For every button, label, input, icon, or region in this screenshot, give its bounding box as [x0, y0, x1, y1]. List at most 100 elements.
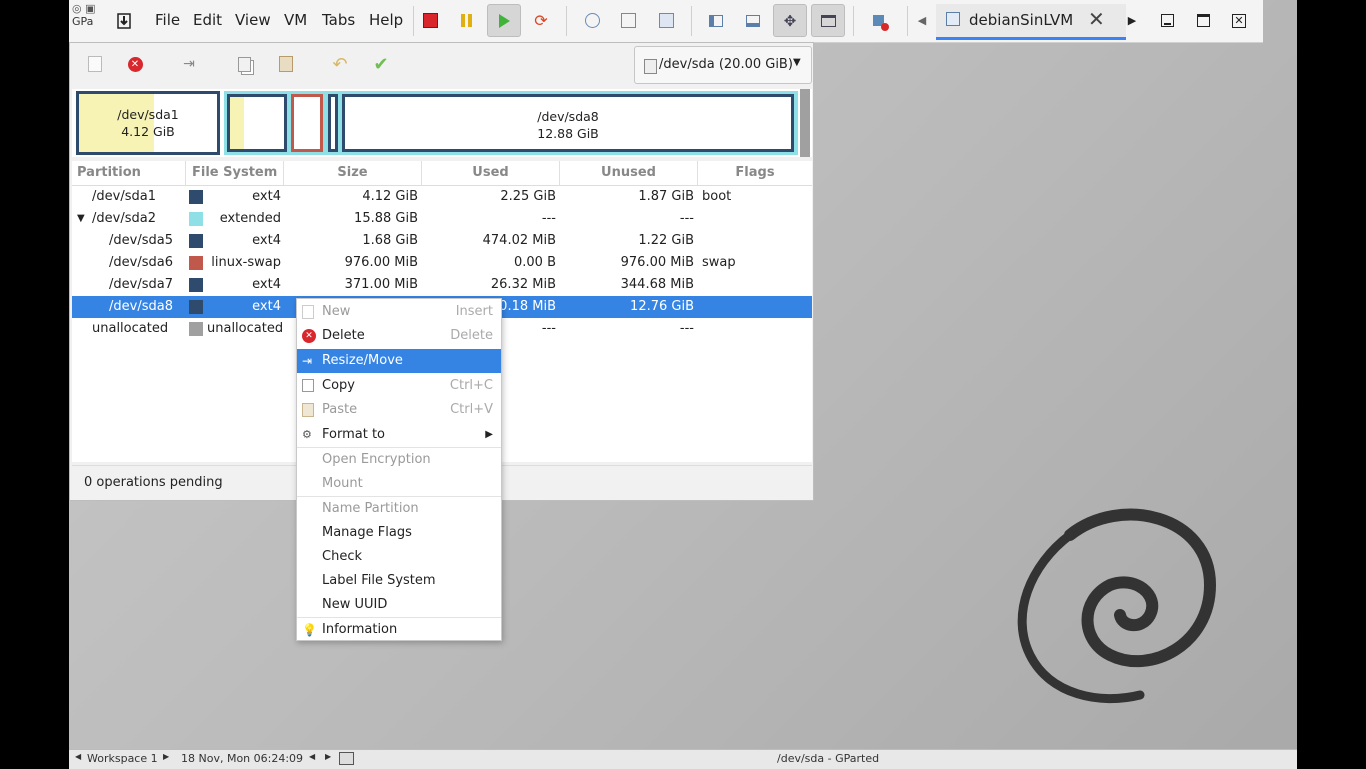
menu-item-new-uuid[interactable]: New UUID [297, 593, 501, 617]
disconnect-device-icon[interactable] [867, 4, 889, 37]
menu-file[interactable]: File [155, 4, 180, 37]
new-partition-icon[interactable] [82, 51, 108, 77]
app-short-name: GPa [72, 15, 94, 28]
cell-unused: 344.68 MiB [620, 277, 694, 292]
resize-move-icon: ⇥ [302, 354, 313, 368]
pin-icon[interactable] [113, 4, 135, 37]
tab-debiansinlvm[interactable]: debianSinLVM ✕ [936, 4, 1126, 40]
menu-item-resize-move[interactable]: ⇥ Resize/Move [297, 349, 501, 373]
reset-icon[interactable]: ⟳ [530, 4, 552, 37]
menu-item-label: Label File System [322, 573, 436, 588]
cell-unused: 976.00 MiB [620, 255, 694, 270]
menu-vm[interactable]: VM [284, 4, 307, 37]
partition-block-sda6[interactable] [291, 94, 323, 152]
menu-item-accel: Ctrl+V [450, 402, 493, 417]
close-window-icon[interactable]: ✕ [1227, 4, 1251, 37]
cell-partition: /dev/sda2 [92, 211, 156, 226]
partition-block-sda8[interactable]: /dev/sda8 12.88 GiB [342, 94, 794, 152]
tab-scroll-left-icon[interactable]: ◀ [913, 4, 931, 37]
menu-item-paste[interactable]: Paste Ctrl+V [297, 398, 501, 422]
show-library-icon[interactable] [705, 4, 727, 37]
app-icon-area: ◎ ▣ GPa [72, 2, 100, 38]
device-selector[interactable]: /dev/sda (20.00 GiB) ▼ [634, 46, 812, 84]
power-on-icon[interactable] [487, 4, 521, 37]
cell-fs: ext4 [252, 299, 281, 314]
fs-color-swatch [189, 278, 203, 292]
delete-partition-icon[interactable]: ✕ [122, 51, 148, 77]
unity-icon[interactable] [811, 4, 845, 37]
menu-item-open-encryption[interactable]: Open Encryption [297, 448, 501, 472]
copy-icon[interactable] [231, 51, 257, 77]
menu-item-format-to[interactable]: ⚙ Format to ▶ [297, 423, 501, 447]
window-list-icon[interactable] [339, 752, 354, 765]
menu-item-information[interactable]: 💡 Information [297, 618, 501, 642]
show-thumbnail-icon[interactable] [742, 4, 764, 37]
suspend-icon[interactable] [455, 4, 477, 37]
col-partition[interactable]: Partition [72, 161, 186, 185]
workspace-label[interactable]: Workspace 1 [87, 752, 158, 765]
partition-block-sda1-size: 4.12 GiB [121, 124, 175, 139]
fs-color-swatch [189, 322, 203, 336]
bottom-panel: ◀ Workspace 1 ▶ 18 Nov, Mon 06:24:09 ◀ ▶… [69, 749, 1297, 769]
menu-help[interactable]: Help [369, 4, 403, 37]
table-row[interactable]: /dev/sda7 ext4 371.00 MiB 26.32 MiB 344.… [72, 274, 812, 296]
partition-block-sda7[interactable] [328, 94, 338, 152]
table-row[interactable]: /dev/sda5 ext4 1.68 GiB 474.02 MiB 1.22 … [72, 230, 812, 252]
partition-block-unallocated[interactable] [800, 89, 810, 157]
fs-color-swatch [189, 256, 203, 270]
table-row[interactable]: /dev/sda6 linux-swap 976.00 MiB 0.00 B 9… [72, 252, 812, 274]
menu-item-label-file-system[interactable]: Label File System [297, 569, 501, 593]
menu-view[interactable]: View [235, 4, 271, 37]
active-window-title[interactable]: /dev/sda - GParted [777, 752, 879, 765]
cell-size: 4.12 GiB [362, 189, 418, 204]
window-prev-icon[interactable]: ◀ [309, 752, 315, 761]
tab-scroll-right-icon[interactable]: ▶ [1123, 4, 1141, 37]
menu-tabs[interactable]: Tabs [322, 4, 355, 37]
menu-item-new[interactable]: New Insert [297, 300, 501, 324]
snapshot-icon[interactable] [581, 4, 603, 37]
partition-block-sda2-extended[interactable]: /dev/sda8 12.88 GiB [224, 91, 798, 155]
window-next-icon[interactable]: ▶ [325, 752, 331, 761]
menu-item-manage-flags[interactable]: Manage Flags [297, 521, 501, 545]
revert-snapshot-icon[interactable] [617, 4, 639, 37]
cell-used: 2.25 GiB [500, 189, 556, 204]
menu-item-copy[interactable]: Copy Ctrl+C [297, 374, 501, 398]
paste-icon[interactable] [273, 51, 299, 77]
restore-icon[interactable] [1191, 4, 1215, 37]
col-unused[interactable]: Unused [560, 161, 698, 185]
menu-edit[interactable]: Edit [193, 4, 222, 37]
workspace-next-icon[interactable]: ▶ [163, 752, 169, 761]
partition-block-sda5[interactable] [227, 94, 287, 152]
format-icon: ⚙ [302, 428, 312, 441]
full-screen-icon[interactable]: ✥ [773, 4, 807, 37]
cell-partition: /dev/sda6 [109, 255, 173, 270]
apply-icon[interactable]: ✔ [368, 51, 394, 77]
gparted-toolbar: ✕ ⇥ ↶ ✔ /dev/sda (20.00 GiB) ▼ [70, 43, 813, 87]
menu-item-delete[interactable]: ✕ Delete Delete [297, 324, 501, 348]
col-file-system[interactable]: File System [186, 161, 284, 185]
expander-down-icon[interactable]: ▼ [77, 208, 85, 230]
snapshot-manager-icon[interactable] [655, 4, 677, 37]
table-row[interactable]: ▼ /dev/sda2 extended 15.88 GiB --- --- [72, 208, 812, 230]
table-row[interactable]: /dev/sda1 ext4 4.12 GiB 2.25 GiB 1.87 Gi… [72, 186, 812, 208]
menu-item-name-partition[interactable]: Name Partition [297, 497, 501, 521]
cell-unused: 1.22 GiB [638, 233, 694, 248]
partition-block-sda1[interactable]: /dev/sda1 4.12 GiB [76, 91, 220, 155]
menu-item-label: Check [322, 549, 362, 564]
col-used[interactable]: Used [422, 161, 560, 185]
col-size[interactable]: Size [284, 161, 422, 185]
power-off-icon[interactable] [419, 4, 441, 37]
menu-item-mount[interactable]: Mount [297, 472, 501, 496]
workspace-prev-icon[interactable]: ◀ [75, 752, 81, 761]
submenu-arrow-icon: ▶ [485, 429, 493, 440]
fs-color-swatch [189, 300, 203, 314]
menu-item-check[interactable]: Check [297, 545, 501, 569]
resize-move-icon[interactable]: ⇥ [176, 51, 202, 77]
close-tab-icon[interactable]: ✕ [1088, 7, 1105, 31]
menu-item-label: Paste [322, 402, 358, 417]
col-flags[interactable]: Flags [698, 161, 812, 185]
delete-icon: ✕ [302, 329, 316, 343]
minimize-icon[interactable] [1155, 4, 1179, 37]
undo-icon[interactable]: ↶ [327, 51, 353, 77]
cell-partition: unallocated [92, 321, 169, 336]
